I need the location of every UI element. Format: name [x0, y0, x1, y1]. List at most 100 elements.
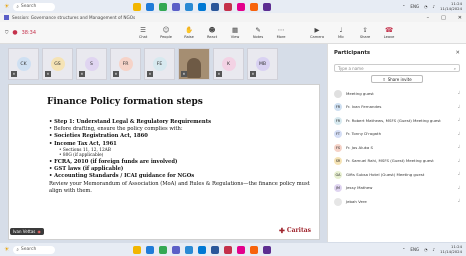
raise-hand-button[interactable]: ✋ Raise	[182, 26, 196, 39]
mic-off-icon: ♩	[457, 118, 460, 124]
photos-icon[interactable]	[250, 2, 259, 11]
video-tile[interactable]: FE ✕	[144, 48, 175, 80]
mic-off-icon: ♩	[457, 172, 460, 178]
tool-label: More	[276, 34, 286, 39]
edge-icon[interactable]	[146, 245, 155, 254]
participant-name: Gifts Subsa Hotel (Guest) Meeting guest	[346, 171, 425, 177]
chrome-icon[interactable]	[159, 245, 168, 254]
slide-bullet: Review your Memorandum of Association (M…	[49, 180, 310, 194]
video-tile[interactable]: GS ✕	[42, 48, 73, 80]
leave-icon: ☎	[384, 25, 394, 34]
outlook-icon[interactable]	[224, 2, 233, 11]
mic-button[interactable]: ♩ Mic	[334, 26, 348, 39]
slide-bullet: • Income Tax Act, 1961	[49, 140, 117, 147]
avatar: CK	[16, 57, 31, 71]
files-icon[interactable]	[133, 2, 142, 11]
react-icon: ☻	[208, 25, 216, 34]
minimize-button[interactable]: –	[427, 15, 430, 21]
tray-lang[interactable]: ENG	[410, 4, 419, 9]
close-panel-icon[interactable]: ✕	[456, 50, 460, 56]
weather-icon[interactable]: ☀	[4, 246, 9, 253]
settings-icon[interactable]	[263, 245, 272, 254]
music-icon[interactable]	[237, 2, 246, 11]
clock-date: 11/14/2024	[440, 248, 462, 254]
participant-row[interactable]: FR Fr. Robert Mathews, MSFS (Guest) Meeti…	[328, 114, 466, 128]
react-button[interactable]: ☻ React	[205, 25, 219, 39]
people-button[interactable]: ☺ People	[159, 26, 173, 39]
volume-icon[interactable]: ♪	[433, 4, 436, 9]
weather-icon[interactable]: ☀	[4, 3, 9, 10]
teams-icon[interactable]	[172, 2, 181, 11]
participant-row[interactable]: SR Fr. Samuel Rahi, MSFS (Guest) Meeting …	[328, 155, 466, 169]
search-icon: ⌕	[453, 65, 456, 71]
tool-label: View	[230, 34, 240, 39]
tray-lang[interactable]: ENG	[410, 247, 419, 252]
more-icon: ⋯	[277, 25, 285, 34]
tool-label: React	[206, 34, 218, 39]
store-icon[interactable]	[185, 2, 194, 11]
view-button[interactable]: ▦ View	[228, 26, 242, 39]
edge-icon[interactable]	[146, 2, 155, 11]
mail-icon[interactable]	[198, 245, 207, 254]
avatar: FT	[334, 130, 342, 139]
music-icon[interactable]	[237, 245, 246, 254]
taskbar-search[interactable]: ⌕ Search	[13, 245, 56, 254]
participant-row[interactable]: FS Fr. Jos Aluka S ♩	[328, 141, 466, 155]
participant-row[interactable]: Meeting guest ♩	[328, 87, 466, 101]
taskbar-search[interactable]: ⌕ Search	[13, 2, 56, 11]
presenter-mic-icon: ◉	[37, 229, 41, 234]
clock[interactable]: 11:24 11/14/2024	[440, 1, 462, 11]
chrome-icon[interactable]	[159, 2, 168, 11]
chat-button[interactable]: ☰ Chat	[136, 26, 150, 39]
participant-row[interactable]: Jebah Vere ♩	[328, 195, 466, 209]
mic-off-icon: ♩	[457, 158, 460, 164]
participant-search-placeholder: Type a name	[338, 65, 364, 71]
mic-off-icon: ✕	[113, 71, 119, 77]
video-tile-live[interactable]: ✕	[178, 48, 210, 80]
outlook-icon[interactable]	[224, 245, 233, 254]
participant-row[interactable]: JM Jessy Mathew ♩	[328, 182, 466, 196]
camera-button[interactable]: ▶ Camera	[310, 26, 324, 39]
leave-button[interactable]: ☎ Leave	[382, 25, 396, 39]
participant-row[interactable]: FR Fr. Ivan Fernandes ♩	[328, 101, 466, 115]
notes-button[interactable]: ✎ Notes	[251, 26, 265, 39]
wifi-icon[interactable]: ◔	[424, 247, 428, 252]
video-tile[interactable]: K ✕	[213, 48, 244, 80]
clock[interactable]: 11:24 11/14/2024	[440, 244, 462, 254]
avatar	[334, 197, 342, 206]
share-button[interactable]: ⇪ Share	[358, 26, 372, 39]
word-icon[interactable]	[211, 245, 220, 254]
volume-icon[interactable]: ♪	[433, 247, 436, 252]
store-icon[interactable]	[185, 245, 194, 254]
word-icon[interactable]	[211, 2, 220, 11]
more-button[interactable]: ⋯ More	[274, 25, 288, 39]
maximize-button[interactable]: □	[441, 15, 446, 21]
video-tile[interactable]: CK ✕	[8, 48, 39, 80]
mail-icon[interactable]	[198, 2, 207, 11]
video-tile[interactable]: MB ✕	[247, 48, 278, 80]
participant-row[interactable]: FT Fr. Tonny D'rogath ♩	[328, 128, 466, 142]
mic-off-icon: ✕	[216, 71, 222, 77]
teams-app-icon	[4, 15, 9, 20]
wifi-icon[interactable]: ◔	[424, 4, 428, 9]
close-button[interactable]: ✕	[458, 15, 462, 21]
record-icon: ●	[12, 29, 18, 36]
participant-search-input[interactable]: Type a name ⌕	[334, 64, 460, 72]
video-tile[interactable]: FR ✕	[110, 48, 141, 80]
slide-title: Finance Policy formation steps	[47, 97, 203, 107]
participant-row[interactable]: GA Gifts Subsa Hotel (Guest) Meeting gues…	[328, 168, 466, 182]
shield-icon: ⛉	[5, 30, 9, 36]
logo-mark-icon: ✚	[278, 226, 285, 235]
photos-icon[interactable]	[250, 245, 259, 254]
settings-icon[interactable]	[263, 2, 272, 11]
teams-icon[interactable]	[172, 245, 181, 254]
mic-off-icon: ✕	[79, 71, 85, 77]
files-icon[interactable]	[133, 245, 142, 254]
chevron-up-icon[interactable]: ⌃	[402, 4, 405, 9]
share-invite-button[interactable]: ⇪ Share invite	[371, 75, 423, 83]
video-tile[interactable]: S ✕	[76, 48, 107, 80]
avatar: FR	[334, 116, 342, 125]
participant-name: Meeting guest	[346, 90, 374, 96]
slide-bullet: • Before drafting, ensure the policy com…	[49, 126, 183, 133]
chevron-up-icon[interactable]: ⌃	[402, 247, 405, 252]
